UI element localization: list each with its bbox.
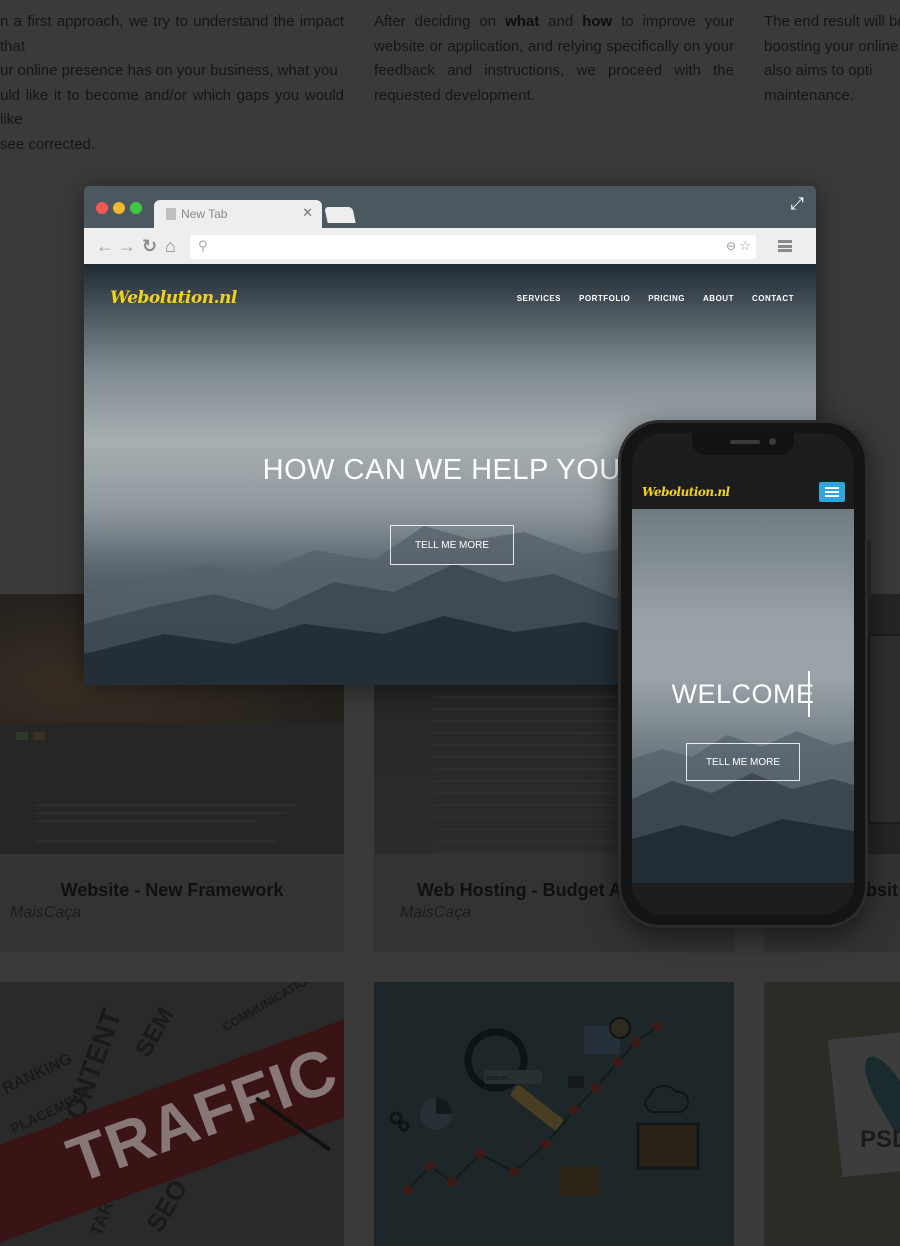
intro-emphasis-what: what: [505, 13, 540, 30]
forward-arrow-icon[interactable]: →: [118, 236, 136, 256]
document-icon: [166, 208, 176, 220]
new-tab-button[interactable]: [324, 207, 356, 223]
phone-mockup: Webolution.nl WELCOME TELL ME MORE: [618, 420, 871, 928]
mobile-tell-me-more-button[interactable]: TELL ME MORE: [686, 743, 800, 781]
intro-text-line: uld like it to become and/or which gaps …: [0, 86, 344, 129]
expand-icon[interactable]: ⤢: [788, 195, 806, 213]
browser-toolbar: ← → ↻ ⌂ ⚲ ⊖ ☆: [84, 228, 816, 264]
search-placeholder-text: search...: [486, 1075, 513, 1082]
intro-text: and: [539, 13, 583, 30]
intro-text-line: boosting your online p: [764, 37, 900, 55]
intro-text: After deciding on: [374, 13, 506, 30]
portfolio-tile-search-analytics[interactable]: search...: [374, 982, 734, 1246]
intro-text-line: ur online presence has on your business,…: [0, 62, 338, 79]
camera-icon: [769, 438, 776, 445]
tab-label: New Tab: [181, 207, 228, 221]
portfolio-client: MaisCaça: [400, 904, 472, 921]
nav-contact[interactable]: CONTACT: [752, 294, 794, 303]
back-arrow-icon[interactable]: ←: [96, 236, 114, 256]
home-icon[interactable]: ⌂: [165, 236, 176, 256]
address-bar[interactable]: ⚲ ⊖ ☆: [190, 235, 756, 259]
psd-label: PSD: [860, 1126, 900, 1153]
mobile-header: Webolution.nl: [632, 477, 854, 509]
intro-text-line: maintenance.: [764, 86, 855, 104]
intro-column-approach: n a first approach, we try to understand…: [0, 10, 344, 153]
typing-caret: [808, 671, 810, 717]
mobile-menu-icon[interactable]: [819, 482, 845, 502]
tell-me-more-button[interactable]: TELL ME MORE: [390, 525, 514, 565]
intro-text-line: n a first approach, we try to understand…: [0, 13, 344, 55]
browser-tab[interactable]: New Tab ✕: [154, 200, 322, 228]
browser-titlebar: New Tab ✕ ⤢: [84, 186, 816, 228]
mobile-site-logo[interactable]: Webolution.nl: [642, 485, 730, 499]
nav-about[interactable]: ABOUT: [703, 294, 734, 303]
window-maximize-dot[interactable]: [130, 202, 142, 214]
intro-column-result: The end result will be boosting your onl…: [764, 10, 900, 110]
zoom-icon[interactable]: ⊖: [726, 239, 736, 253]
nav-services[interactable]: SERVICES: [517, 294, 561, 303]
nav-pricing[interactable]: PRICING: [648, 294, 685, 303]
intro-text-line: also aims to opti: [764, 62, 873, 79]
reload-icon[interactable]: ↻: [142, 236, 157, 256]
hamburger-menu-icon[interactable]: [778, 240, 792, 252]
portfolio-caption: Website - New Framework MaisCaça: [0, 854, 344, 952]
phone-notch: [692, 433, 794, 455]
intro-text-line: see corrected.: [0, 135, 96, 153]
phone-screen: Webolution.nl WELCOME TELL ME MORE: [632, 433, 854, 915]
tab-close-icon[interactable]: ✕: [302, 205, 313, 221]
window-minimize-dot[interactable]: [113, 202, 125, 214]
portfolio-tile-seo-traffic[interactable]: CONTENT SEM ADVERTISING RANKING PLACEMEN…: [0, 982, 344, 1246]
site-nav: SERVICES PORTFOLIO PRICING ABOUT CONTACT: [517, 294, 794, 303]
star-icon[interactable]: ☆: [739, 238, 751, 254]
window-close-dot[interactable]: [96, 202, 108, 214]
site-logo[interactable]: Webolution.nl: [110, 288, 237, 308]
portfolio-client: MaisCaça: [10, 904, 82, 921]
intro-emphasis-how: how: [582, 13, 613, 30]
analytics-illustration: [389, 1017, 700, 1196]
intro-column-development: After deciding on what and how to improv…: [374, 10, 734, 110]
mobile-headline: WELCOME: [671, 679, 815, 709]
phone-side-button: [867, 541, 871, 601]
intro-text-line: The end result will be: [764, 13, 900, 30]
mobile-hero: WELCOME TELL ME MORE: [632, 509, 854, 883]
portfolio-title: Website - New Framework: [60, 880, 284, 900]
speaker-grill: [730, 440, 760, 444]
nav-portfolio[interactable]: PORTFOLIO: [579, 294, 630, 303]
search-icon: ⚲: [198, 238, 208, 253]
portfolio-tile-psd[interactable]: PSD: [764, 982, 900, 1246]
